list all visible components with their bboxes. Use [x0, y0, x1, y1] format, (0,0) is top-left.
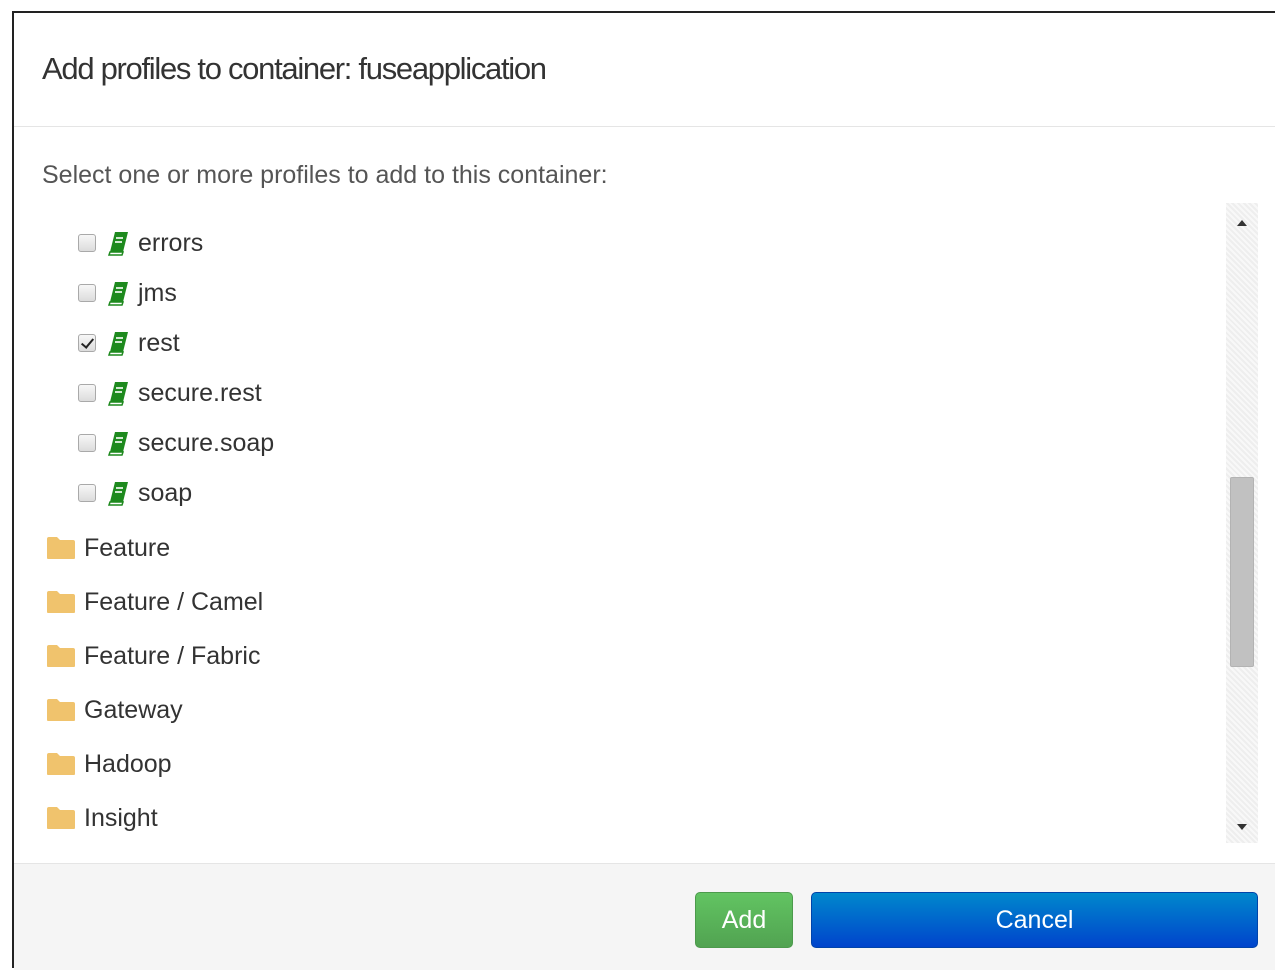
- profile-tree: errors jms rest secure.rest secure.soap …: [14, 203, 1226, 843]
- folder-label: Feature / Camel: [84, 587, 264, 616]
- folder-label: Hadoop: [84, 749, 172, 778]
- dialog-title: Add profiles to container: fuseapplicati…: [42, 51, 547, 86]
- folder-label: Feature: [84, 533, 171, 562]
- folder-item-feature[interactable]: Feature: [46, 530, 170, 566]
- profile-checkbox[interactable]: [78, 484, 96, 502]
- folder-icon: [47, 807, 75, 829]
- folder-item-gateway[interactable]: Gateway: [46, 692, 183, 728]
- profile-label: secure.rest: [138, 378, 262, 407]
- add-button[interactable]: Add: [695, 892, 793, 948]
- profile-checkbox[interactable]: [78, 234, 96, 252]
- profile-label: rest: [138, 328, 180, 357]
- book-icon: [107, 482, 128, 506]
- dialog-footer: Add Cancel: [14, 863, 1275, 970]
- cancel-button[interactable]: Cancel: [811, 892, 1258, 948]
- book-icon: [107, 332, 128, 356]
- profile-label: soap: [138, 478, 193, 507]
- dialog-instructions: Select one or more profiles to add to th…: [42, 161, 608, 189]
- scrollbar-thumb[interactable]: [1230, 477, 1254, 667]
- scroll-up-button[interactable]: [1226, 209, 1258, 237]
- folder-icon: [47, 753, 75, 775]
- scroll-down-button[interactable]: [1226, 813, 1258, 841]
- profile-checkbox[interactable]: [78, 434, 96, 452]
- profile-label: secure.soap: [138, 428, 275, 457]
- profile-item-errors[interactable]: errors: [78, 225, 203, 261]
- profile-item-secure-soap[interactable]: secure.soap: [78, 425, 274, 461]
- book-icon: [107, 382, 128, 406]
- folder-item-insight[interactable]: Insight: [46, 800, 158, 836]
- tree-scrollbar[interactable]: [1226, 203, 1258, 843]
- book-icon: [107, 282, 128, 306]
- folder-icon: [47, 537, 75, 559]
- profile-label: errors: [138, 228, 204, 257]
- folder-label: Insight: [84, 803, 158, 832]
- profile-checkbox[interactable]: [78, 284, 96, 302]
- folder-item-feature-camel[interactable]: Feature / Camel: [46, 584, 263, 620]
- profile-label: jms: [138, 278, 177, 307]
- folder-icon: [47, 591, 75, 613]
- folder-label: Gateway: [84, 695, 183, 724]
- profile-item-rest[interactable]: rest: [78, 325, 180, 361]
- arrow-up-icon: [1237, 220, 1247, 226]
- folder-icon: [47, 645, 75, 667]
- folder-label: Feature / Fabric: [84, 641, 261, 670]
- profile-item-jms[interactable]: jms: [78, 275, 177, 311]
- add-profiles-dialog: Add profiles to container: fuseapplicati…: [12, 11, 1275, 970]
- folder-icon: [47, 699, 75, 721]
- book-icon: [107, 432, 128, 456]
- book-icon: [107, 232, 128, 256]
- profile-checkbox[interactable]: [78, 334, 96, 352]
- arrow-down-icon: [1237, 824, 1247, 830]
- folder-item-feature-fabric[interactable]: Feature / Fabric: [46, 638, 260, 674]
- profile-checkbox[interactable]: [78, 384, 96, 402]
- profile-item-soap[interactable]: soap: [78, 475, 192, 511]
- folder-item-hadoop[interactable]: Hadoop: [46, 746, 172, 782]
- profile-item-secure-rest[interactable]: secure.rest: [78, 375, 262, 411]
- dialog-header: Add profiles to container: fuseapplicati…: [14, 13, 1275, 127]
